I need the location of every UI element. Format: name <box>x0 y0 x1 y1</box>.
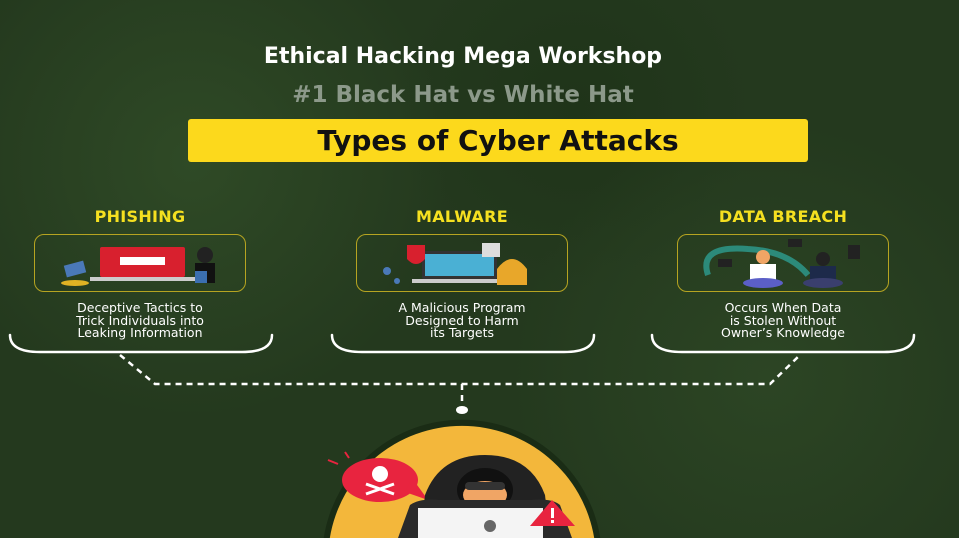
desc-line: its Targets <box>429 325 495 340</box>
connector-dot <box>456 406 468 414</box>
attack-title: PHISHING <box>94 207 186 226</box>
desc-line: Leaking Information <box>77 325 203 340</box>
desc-line: Owner’s Knowledge <box>721 325 845 340</box>
attack-description: A Malicious Program Designed to Harm its… <box>322 301 602 340</box>
attack-title: MALWARE <box>416 207 508 226</box>
malware-illustration <box>356 234 568 292</box>
phishing-illustration <box>34 234 246 292</box>
attack-title: DATA BREACH <box>718 207 848 226</box>
attack-description: Occurs When Data is Stolen Without Owner… <box>643 301 923 340</box>
attack-card-malware: MALWARE A Malicious Program Designed to … <box>322 207 602 340</box>
data-breach-illustration <box>677 234 889 292</box>
data-breach-people-icon <box>703 239 860 288</box>
phishing-laptop-icon <box>61 247 215 286</box>
malware-laptop-icon <box>383 243 527 285</box>
dashed-connector <box>119 354 801 386</box>
attack-card-phishing: PHISHING Deceptive Tactics to Trick Indi… <box>0 207 280 340</box>
attack-card-data-breach: DATA BREACH Occurs When Data is Stolen W… <box>643 207 923 340</box>
infographic: Ethical Hacking Mega Workshop #1 Black H… <box>0 0 959 538</box>
attack-description: Deceptive Tactics to Trick Individuals i… <box>0 301 280 340</box>
